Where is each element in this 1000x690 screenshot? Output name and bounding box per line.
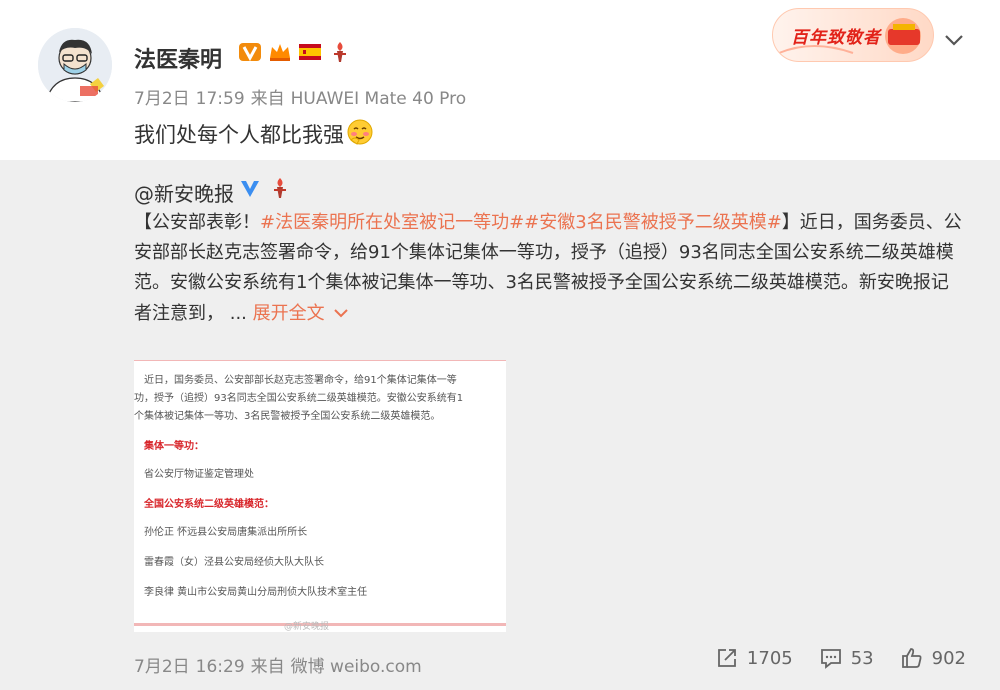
like-button[interactable]: 902	[900, 646, 966, 670]
blush-emoji-icon	[346, 118, 374, 151]
attached-image[interactable]: 近日，国务委员、公安部部长赵克志签署命令，给91个集体记集体一等 功，授予（追授…	[134, 360, 506, 632]
post-text: 我们处每个人都比我强	[134, 118, 374, 151]
repost-lead: 公安部表彰！	[152, 212, 260, 233]
post-meta: 7月2日 17:59 来自 HUAWEI Mate 40 Pro	[134, 84, 472, 109]
image-line: 省公安厅物证鉴定管理处	[144, 469, 254, 480]
repost-meta: 7月2日 16:29 来自 微博 weibo.com	[134, 652, 428, 677]
torch-icon[interactable]	[268, 176, 292, 200]
image-watermark: @新安晚报	[284, 622, 330, 632]
open-bracket: 【	[134, 212, 152, 233]
author-avatar[interactable]	[38, 28, 112, 102]
verified-blue-v-icon[interactable]	[238, 176, 262, 200]
close-bracket: 】	[781, 212, 800, 233]
repost-client: 微博 weibo.com	[290, 657, 422, 677]
repost-time[interactable]: 16:29	[196, 657, 245, 677]
repost-button[interactable]: 1705	[715, 646, 793, 670]
chevron-down-icon[interactable]	[944, 32, 964, 51]
comment-count: 53	[850, 647, 874, 669]
torch-icon[interactable]	[328, 40, 352, 64]
repost-username[interactable]: @新安晚报	[134, 178, 234, 207]
topic-link-1[interactable]: #法医秦明所在处室被记一等功#	[260, 212, 524, 233]
repost-actions: 1705 53 902	[715, 646, 966, 670]
image-line: 个集体被记集体一等功、3名民警被授予全国公安系统二级英雄模范。	[134, 411, 441, 422]
ellipsis: ...	[229, 303, 247, 324]
expand-full-text-link[interactable]: 展开全文	[253, 303, 325, 324]
image-line: 功，授予（追授）93名同志全国公安系统二级英雄模范。安徽公安系统有1	[134, 393, 464, 404]
expand-chevron-icon[interactable]	[334, 298, 349, 328]
image-heading: 集体一等功：	[144, 441, 204, 452]
spain-flag-icon[interactable]	[298, 40, 322, 64]
image-line: 孙伦正 怀远县公安局唐集派出所所长	[144, 527, 308, 538]
post-text-body: 我们处每个人都比我强	[134, 123, 344, 147]
author-name[interactable]: 法医秦明	[134, 42, 222, 74]
image-line: 雷春霞（女）泾县公安局经侦大队大队长	[144, 557, 324, 568]
like-count: 902	[931, 647, 966, 669]
repost-badges	[238, 176, 292, 200]
post-date[interactable]: 7月2日	[134, 89, 190, 109]
repost-count: 1705	[746, 647, 793, 669]
promo-banner[interactable]: 百年致敬者	[772, 8, 934, 62]
comment-icon	[819, 646, 843, 670]
repost-date[interactable]: 7月2日	[134, 657, 190, 677]
repost-card: @新安晚报 【公安部表彰！#法医秦明所在处室被记一等功##安徽3名民警被授予二级…	[0, 160, 1000, 690]
author-badges	[238, 40, 352, 64]
image-heading: 全国公安系统二级英雄模范：	[144, 499, 274, 510]
image-line: 近日，国务委员、公安部部长赵克志签署命令，给91个集体记集体一等	[144, 375, 457, 386]
thumbs-up-icon	[900, 646, 924, 670]
repost-text: 【公安部表彰！#法医秦明所在处室被记一等功##安徽3名民警被授予二级英模#】近日…	[134, 208, 964, 329]
post-device: HUAWEI Mate 40 Pro	[290, 89, 467, 109]
promo-label: 百年致敬者	[791, 28, 881, 48]
post-time[interactable]: 17:59	[196, 89, 245, 109]
topic-link-2[interactable]: #安徽3名民警被授予二级英模#	[524, 212, 782, 233]
comment-button[interactable]: 53	[819, 646, 874, 670]
crown-icon[interactable]	[268, 40, 292, 64]
repost-icon	[715, 646, 739, 670]
source-prefix: 来自	[250, 89, 285, 109]
vip-v-icon[interactable]	[238, 40, 262, 64]
image-line: 李良律 黄山市公安局黄山分局刑侦大队技术室主任	[144, 587, 368, 598]
source-prefix: 来自	[250, 657, 285, 677]
